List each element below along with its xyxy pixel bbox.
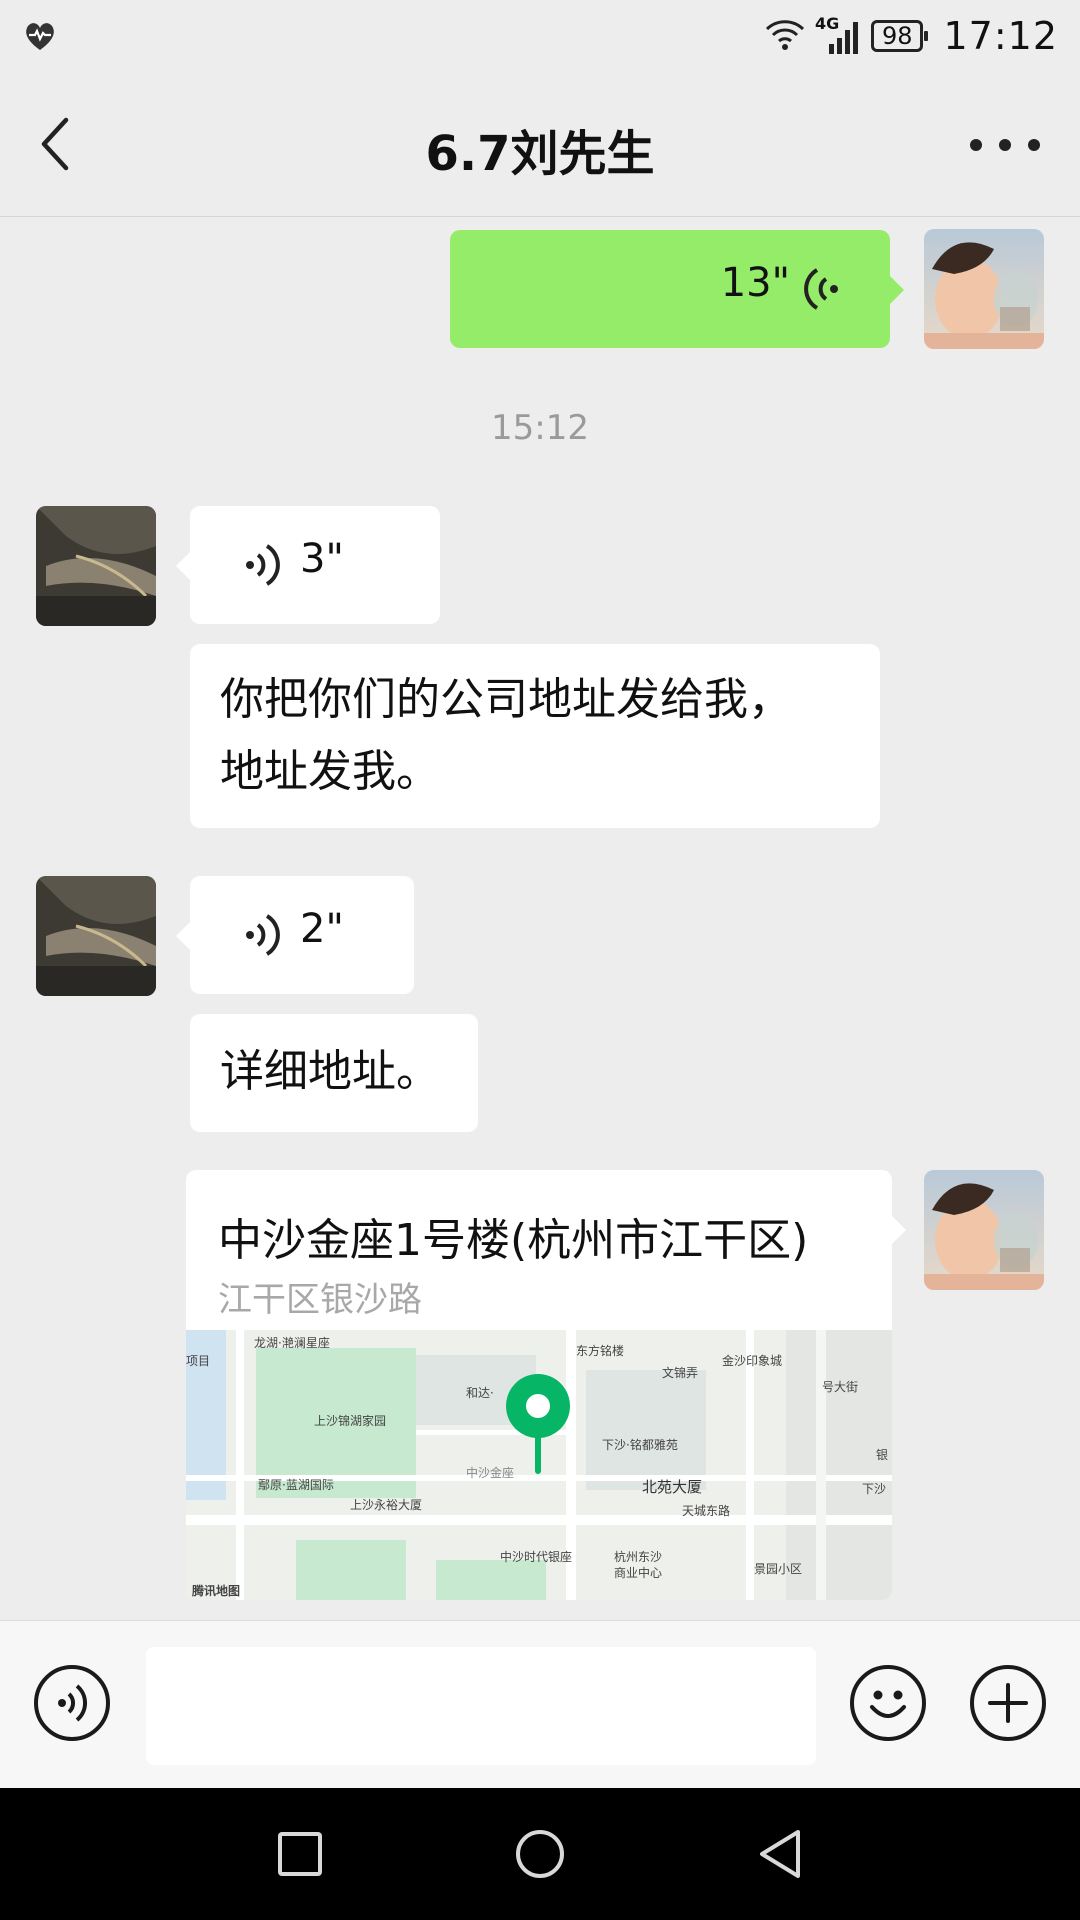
location-message[interactable]: 中沙金座1号楼(杭州市江干区) 江干区银沙路 龙湖·滟澜星座 东方铭楼 金沙印象… bbox=[186, 1170, 906, 1600]
recents-button[interactable] bbox=[270, 1824, 330, 1884]
wifi-icon bbox=[765, 17, 805, 55]
received-voice-message[interactable]: 3" bbox=[176, 506, 440, 624]
location-map[interactable]: 龙湖·滟澜星座 东方铭楼 金沙印象城 文锦弄 和达· 上沙锦湖家园 下沙·铭都雅… bbox=[186, 1330, 892, 1600]
dot-icon bbox=[1028, 139, 1040, 151]
map-label: 北苑大厦 bbox=[642, 1478, 703, 1496]
sent-voice-message[interactable]: 13" bbox=[450, 230, 904, 348]
map-provider-logo: 腾讯地图 bbox=[192, 1584, 241, 1598]
my-avatar[interactable] bbox=[924, 1170, 1044, 1290]
map-label: 天城东路 bbox=[682, 1504, 731, 1518]
map-label: 鄢原·蓝湖国际 bbox=[258, 1478, 334, 1492]
contact-avatar[interactable] bbox=[36, 506, 156, 626]
map-label: 和达· bbox=[466, 1386, 494, 1400]
map-label: 上沙永裕大厦 bbox=[350, 1498, 423, 1512]
voice-duration: 2" bbox=[300, 906, 344, 952]
location-title: 中沙金座1号楼(杭州市江干区) bbox=[218, 1215, 809, 1266]
voice-duration: 3" bbox=[300, 536, 344, 582]
triangle-back-icon bbox=[760, 1830, 800, 1878]
map-label: 东方铭楼 bbox=[576, 1344, 625, 1358]
voice-wave-icon bbox=[58, 1684, 88, 1722]
more-functions-button[interactable] bbox=[970, 1665, 1046, 1741]
map-label: 金沙印象城 bbox=[722, 1354, 783, 1368]
contact-avatar[interactable] bbox=[36, 876, 156, 996]
map-label: 下沙 bbox=[862, 1482, 887, 1496]
status-bar: 4G 98 17:12 bbox=[0, 0, 1080, 72]
chat-title: 6.7刘先生 bbox=[425, 126, 655, 182]
dot-icon bbox=[970, 139, 982, 151]
received-text-message[interactable]: 详细地址。 bbox=[190, 1014, 478, 1132]
system-nav-bar bbox=[0, 1788, 1080, 1920]
map-label: 杭州东沙 bbox=[614, 1550, 663, 1564]
my-avatar[interactable] bbox=[924, 229, 1044, 349]
message-text: 详细地址。 bbox=[220, 1046, 440, 1097]
voice-wave-icon bbox=[246, 544, 280, 586]
smiley-icon bbox=[870, 1690, 906, 1718]
dot-icon bbox=[999, 139, 1011, 151]
chat-input-bar bbox=[0, 1620, 1080, 1789]
square-icon bbox=[278, 1832, 322, 1876]
map-label: 上沙锦湖家园 bbox=[314, 1414, 387, 1428]
map-label: 龙湖·滟澜星座 bbox=[254, 1336, 330, 1350]
signal-icon: 4G bbox=[815, 14, 861, 56]
voice-input-button[interactable] bbox=[34, 1665, 110, 1741]
home-button[interactable] bbox=[510, 1824, 570, 1884]
battery-indicator: 98 bbox=[870, 20, 928, 52]
more-options-button[interactable] bbox=[970, 132, 1040, 158]
map-label: 号大街 bbox=[822, 1380, 859, 1394]
received-voice-message[interactable]: 2" bbox=[176, 876, 414, 994]
message-timestamp: 15:12 bbox=[491, 408, 589, 448]
message-text-line: 你把你们的公司地址发给我， bbox=[220, 674, 792, 725]
map-label: 银 bbox=[876, 1448, 889, 1462]
back-nav-button[interactable] bbox=[750, 1824, 810, 1884]
received-text-message[interactable]: 你把你们的公司地址发给我， 地址发我。 bbox=[190, 644, 880, 828]
map-label: 商业中心 bbox=[614, 1566, 663, 1580]
voice-wave-icon bbox=[246, 914, 280, 956]
chat-header: 6.7刘先生 bbox=[0, 72, 1080, 217]
map-label: 项目 bbox=[186, 1354, 211, 1368]
health-heart-icon bbox=[22, 18, 58, 54]
emoji-button[interactable] bbox=[850, 1665, 926, 1741]
voice-duration: 13" bbox=[720, 260, 790, 306]
map-label: 景园小区 bbox=[754, 1562, 803, 1576]
plus-icon bbox=[988, 1683, 1028, 1723]
message-text-line: 地址发我。 bbox=[220, 746, 440, 797]
map-label: 中沙时代银座 bbox=[500, 1550, 573, 1564]
message-input[interactable] bbox=[146, 1647, 816, 1765]
voice-wave-icon bbox=[804, 268, 838, 310]
map-label: 文锦弄 bbox=[662, 1366, 699, 1380]
map-label: 中沙金座 bbox=[466, 1466, 515, 1480]
circle-icon bbox=[516, 1830, 564, 1878]
location-address: 江干区银沙路 bbox=[218, 1280, 422, 1320]
map-label: 下沙·铭都雅苑 bbox=[602, 1438, 678, 1452]
status-time: 17:12 bbox=[943, 14, 1058, 58]
